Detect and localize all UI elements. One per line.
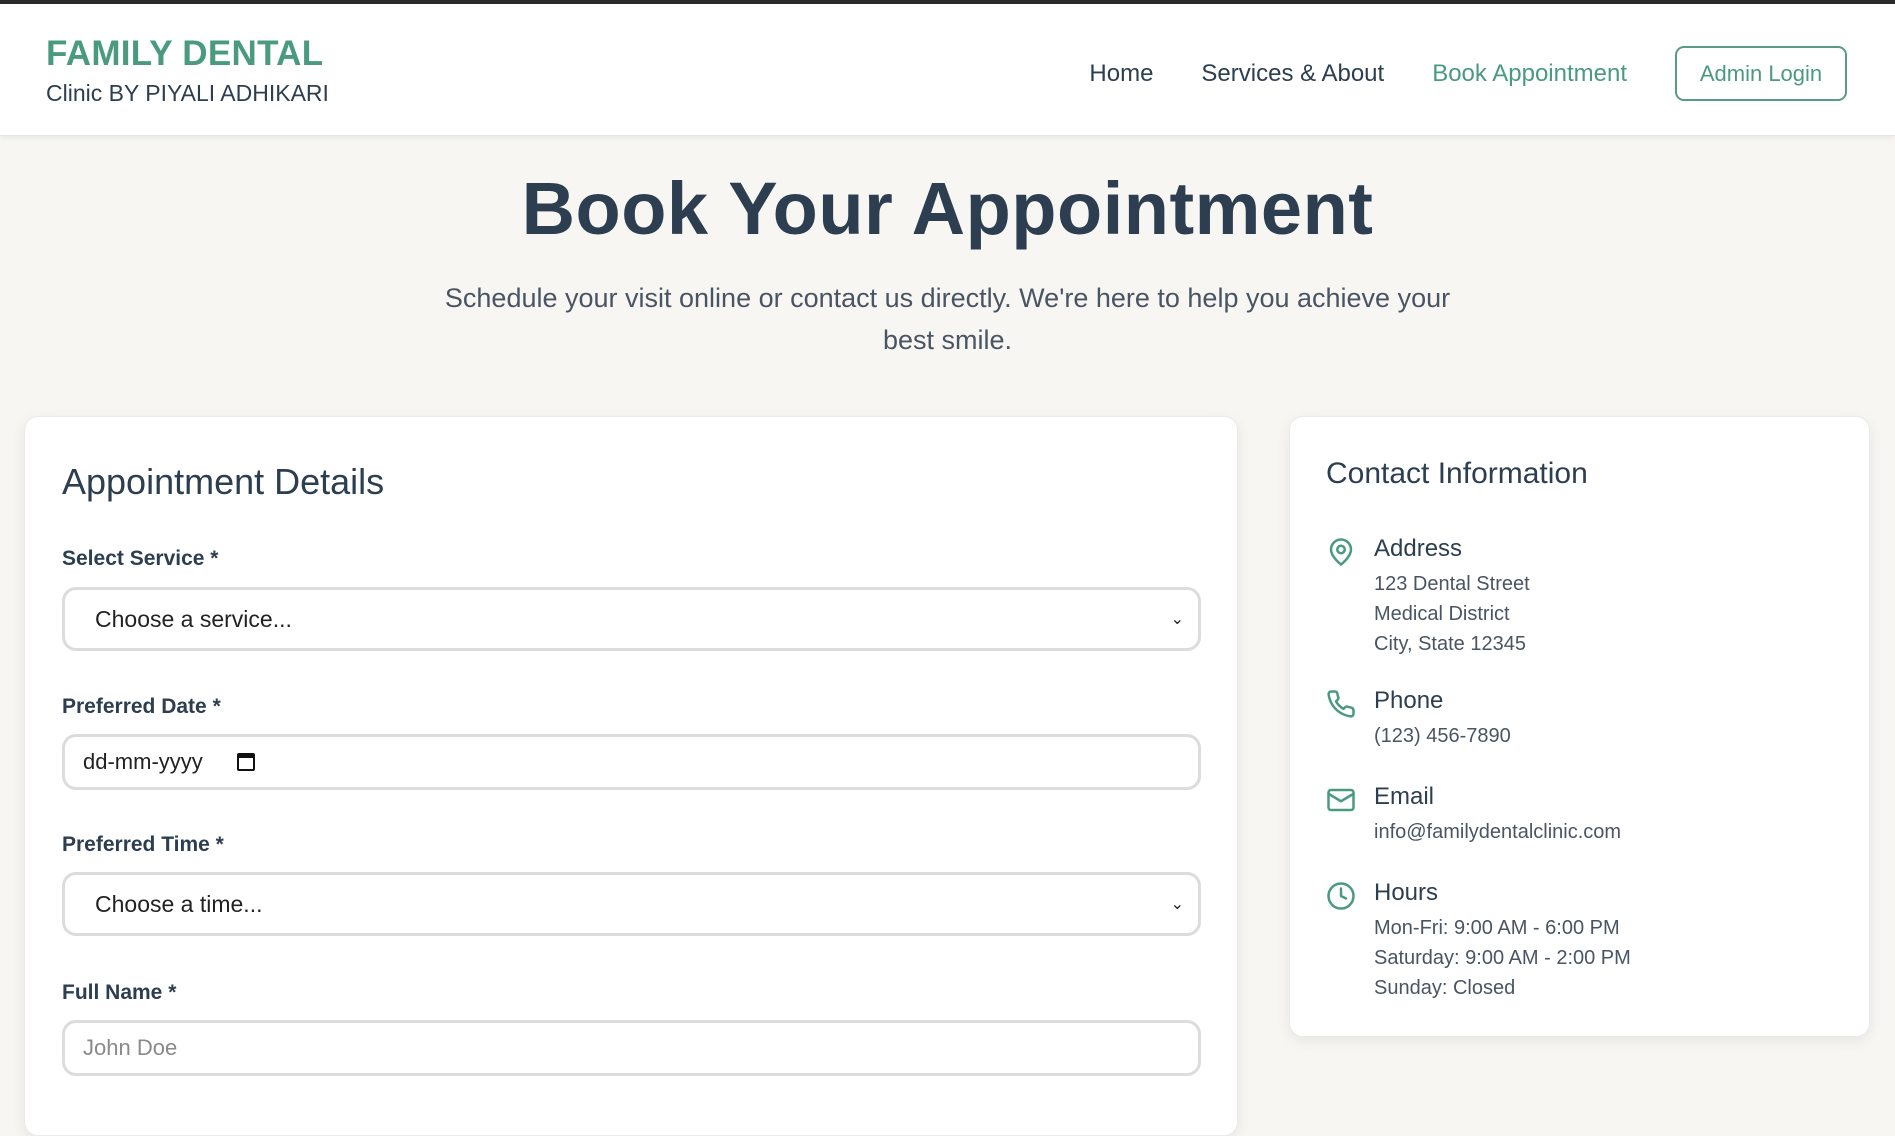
time-select[interactable]: Choose a time... ⌄ <box>62 872 1201 936</box>
hours-line: Mon-Fri: 9:00 AM - 6:00 PM <box>1374 917 1620 939</box>
contact-info-card: Contact Information Address 123 Dental S… <box>1289 416 1870 1037</box>
chevron-down-icon: ⌄ <box>1170 896 1184 913</box>
contact-address: Address 123 Dental Street Medical Distri… <box>1326 535 1530 659</box>
time-select-value: Choose a time... <box>95 890 263 917</box>
form-title: Appointment Details <box>62 461 385 502</box>
email-heading: Email <box>1374 783 1435 810</box>
address-heading: Address <box>1374 535 1463 562</box>
admin-login-button[interactable]: Admin Login <box>1675 46 1847 101</box>
address-line: Medical District <box>1374 603 1510 625</box>
email-value[interactable]: info@familydentalclinic.com <box>1374 817 1621 847</box>
hours-heading: Hours <box>1374 879 1439 906</box>
nav-services-about[interactable]: Services & About <box>1201 60 1384 88</box>
contact-hours: Hours Mon-Fri: 9:00 AM - 6:00 PM Saturda… <box>1326 879 1631 1003</box>
phone-icon <box>1327 690 1355 718</box>
address-line: City, State 12345 <box>1374 633 1526 655</box>
time-label: Preferred Time * <box>62 833 224 856</box>
contact-title: Contact Information <box>1326 457 1588 490</box>
chevron-down-icon: ⌄ <box>1170 611 1184 628</box>
map-pin-icon <box>1329 538 1353 566</box>
calendar-icon[interactable] <box>236 753 255 771</box>
address-line: 123 Dental Street <box>1374 573 1530 595</box>
phone-value[interactable]: (123) 456-7890 <box>1374 721 1511 751</box>
site-header: FAMILY DENTAL Clinic BY PIYALI ADHIKARI … <box>0 4 1895 136</box>
service-select-value: Choose a service... <box>95 605 292 632</box>
contact-email: Email info@familydentalclinic.com <box>1326 783 1621 847</box>
page-title: Book Your Appointment <box>521 167 1374 250</box>
full-name-input[interactable]: John Doe <box>62 1020 1201 1076</box>
main-nav: Home Services & About Book Appointment A… <box>1089 46 1847 101</box>
page-subtitle: Schedule your visit online or contact us… <box>444 283 1451 355</box>
appointment-form-card: Appointment Details Select Service * Cho… <box>24 416 1238 1136</box>
phone-heading: Phone <box>1374 687 1444 714</box>
hours-line: Saturday: 9:00 AM - 2:00 PM <box>1374 947 1631 969</box>
brand[interactable]: FAMILY DENTAL Clinic BY PIYALI ADHIKARI <box>46 34 329 107</box>
brand-title: FAMILY DENTAL <box>46 34 324 73</box>
date-input-value: dd-mm-yyyy <box>83 749 203 774</box>
full-name-placeholder: John Doe <box>83 1035 178 1060</box>
hero: Book Your Appointment Schedule your visi… <box>0 136 1895 361</box>
nav-book-appointment[interactable]: Book Appointment <box>1432 60 1627 88</box>
brand-subtitle: Clinic BY PIYALI ADHIKARI <box>46 80 329 106</box>
mail-icon <box>1327 788 1355 812</box>
hours-line: Sunday: Closed <box>1374 977 1516 999</box>
clock-icon <box>1327 882 1355 910</box>
service-label: Select Service * <box>62 547 219 570</box>
name-label: Full Name * <box>62 981 177 1004</box>
contact-phone: Phone (123) 456-7890 <box>1326 687 1511 751</box>
date-label: Preferred Date * <box>62 695 221 718</box>
service-select[interactable]: Choose a service... ⌄ <box>62 587 1201 651</box>
date-input[interactable]: dd-mm-yyyy <box>62 734 1201 790</box>
nav-home[interactable]: Home <box>1089 60 1153 88</box>
